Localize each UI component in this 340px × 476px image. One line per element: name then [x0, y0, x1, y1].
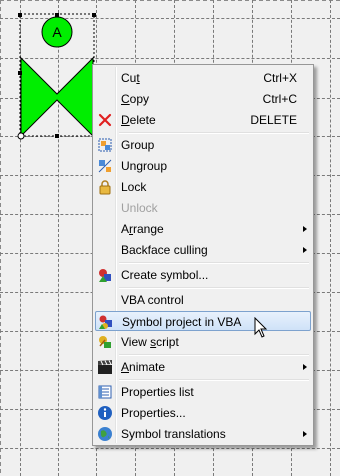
menu-separator — [119, 379, 309, 381]
delete-x-icon — [97, 112, 113, 128]
menu-item-label: View script — [121, 335, 179, 349]
menu-item-label: Copy — [121, 92, 150, 106]
properties-list-icon — [97, 384, 113, 400]
menu-item-vba-control[interactable]: VBA control — [95, 290, 311, 310]
menu-separator — [119, 132, 309, 134]
context-menu: Cut Ctrl+X Copy Ctrl+C Delete DELETE Gro… — [92, 64, 314, 446]
menu-item-shortcut: Ctrl+C — [262, 92, 297, 106]
menu-item-properties[interactable]: Properties... — [95, 403, 311, 423]
circle-label: A — [52, 24, 62, 40]
menu-item-shortcut: Ctrl+X — [263, 71, 297, 85]
menu-item-label: Ungroup — [121, 159, 168, 173]
menu-item-animate[interactable]: Animate — [95, 357, 311, 377]
globe-icon — [97, 426, 113, 442]
mouse-cursor-icon — [254, 317, 268, 338]
symbol-icon — [97, 267, 113, 283]
vba-project-icon — [98, 314, 114, 330]
menu-item-label: Lock — [121, 180, 147, 194]
menu-item-label: Animate — [121, 360, 166, 374]
submenu-arrow-icon — [303, 431, 307, 437]
menu-item-symbol-translations[interactable]: Symbol translations — [95, 424, 311, 444]
menu-item-label: VBA control — [121, 293, 184, 307]
submenu-arrow-icon — [303, 226, 307, 232]
clapperboard-icon — [97, 359, 113, 375]
menu-item-view-script[interactable]: View script — [95, 332, 311, 352]
menu-item-arrange[interactable]: Arrange — [95, 219, 311, 239]
menu-item-symbol-project-vba[interactable]: Symbol project in VBA — [95, 311, 311, 331]
menu-item-unlock: Unlock — [95, 198, 311, 218]
green-bowtie-shape[interactable] — [20, 56, 94, 138]
menu-item-backface-culling[interactable]: Backface culling — [95, 240, 311, 260]
menu-item-cut[interactable]: Cut Ctrl+X — [95, 68, 311, 88]
menu-item-label: Properties... — [121, 406, 186, 420]
menu-separator — [119, 262, 309, 264]
group-icon — [97, 137, 113, 153]
rotation-handle[interactable] — [17, 132, 25, 140]
submenu-arrow-icon — [303, 364, 307, 370]
menu-item-delete[interactable]: Delete DELETE — [95, 110, 311, 130]
menu-item-create-symbol[interactable]: Create symbol... — [95, 265, 311, 285]
submenu-arrow-icon — [303, 247, 307, 253]
menu-item-label: Unlock — [121, 201, 158, 215]
menu-item-label: Create symbol... — [121, 268, 209, 282]
menu-item-label: Properties list — [121, 385, 194, 399]
menu-item-properties-list[interactable]: Properties list — [95, 382, 311, 402]
menu-item-group[interactable]: Group — [95, 135, 311, 155]
menu-item-lock[interactable]: Lock — [95, 177, 311, 197]
menu-item-copy[interactable]: Copy Ctrl+C — [95, 89, 311, 109]
menu-item-shortcut: DELETE — [250, 113, 297, 127]
info-icon — [97, 405, 113, 421]
menu-item-label: Symbol project in VBA — [122, 315, 242, 329]
menu-separator — [119, 287, 309, 289]
menu-item-label: Delete — [121, 113, 156, 127]
menu-item-label: Backface culling — [121, 243, 208, 257]
menu-item-label: Arrange — [121, 222, 164, 236]
ungroup-icon — [97, 158, 113, 174]
lock-icon — [97, 179, 113, 195]
menu-item-label: Symbol translations — [121, 427, 226, 441]
menu-item-ungroup[interactable]: Ungroup — [95, 156, 311, 176]
menu-item-label: Cut — [121, 71, 140, 85]
menu-separator — [119, 354, 309, 356]
script-icon — [97, 334, 113, 350]
menu-item-label: Group — [121, 138, 155, 152]
